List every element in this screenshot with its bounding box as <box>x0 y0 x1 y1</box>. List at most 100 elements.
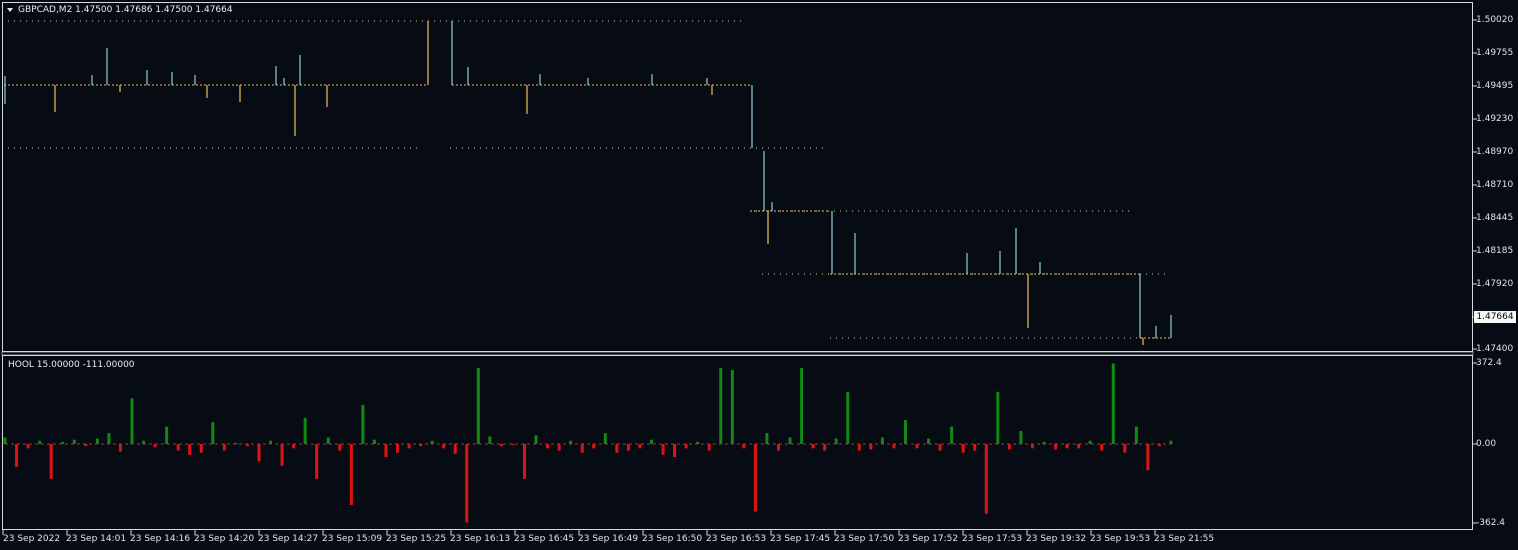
time-label: 23 Sep 17:50 <box>834 534 895 544</box>
hool-bar <box>938 444 942 451</box>
time-label: 23 Sep 16:49 <box>578 534 639 544</box>
hool-bar <box>188 444 192 455</box>
hool-bar <box>719 367 723 444</box>
indicator-pane[interactable] <box>2 355 1473 530</box>
hool-bar <box>26 444 30 449</box>
time-label: 23 Sep 17:45 <box>770 534 831 544</box>
hool-bar <box>903 420 907 444</box>
hool-bar <box>823 444 827 451</box>
time-label: 23 Sep 21:55 <box>1154 534 1215 544</box>
hool-bar <box>95 438 99 444</box>
main-chart-pane[interactable] <box>2 2 1473 352</box>
hool-bar <box>880 437 884 444</box>
hool-bar <box>846 391 850 444</box>
hool-bar <box>1030 444 1034 449</box>
hool-bar <box>372 439 376 444</box>
hool-bar <box>776 444 780 451</box>
hool-bar <box>38 440 42 444</box>
price-tick: 1.48185 <box>1476 246 1514 256</box>
hool-bar <box>869 444 873 450</box>
hool-bar <box>649 439 653 444</box>
hool-bar <box>638 444 642 449</box>
hool-bar <box>557 444 561 451</box>
hool-bar <box>523 444 527 479</box>
hool-bar <box>661 444 665 455</box>
hool-bar <box>1054 444 1058 450</box>
hool-bar <box>361 404 365 444</box>
hool-bar <box>1019 430 1023 444</box>
hool-bar <box>961 444 965 453</box>
price-tick: 1.48970 <box>1476 147 1514 157</box>
hool-bar <box>730 370 734 444</box>
hool-bar <box>892 444 896 449</box>
hool-bar <box>338 444 342 451</box>
indicator-tick: -362.4 <box>1476 518 1506 528</box>
price-tick: 1.50020 <box>1476 15 1514 25</box>
hool-bar <box>280 444 284 466</box>
time-label: 23 Sep 15:25 <box>386 534 447 544</box>
hool-bar <box>199 444 203 453</box>
time-label: 23 Sep 16:50 <box>642 534 703 544</box>
hool-bar <box>707 444 711 451</box>
hool-bar <box>753 444 757 512</box>
time-label: 23 Sep 14:16 <box>130 534 191 544</box>
hool-bar <box>1007 444 1011 450</box>
hool-bar <box>3 437 7 444</box>
hool-bar <box>673 444 677 458</box>
hool-bar <box>626 444 630 451</box>
time-label: 23 Sep 14:20 <box>194 534 255 544</box>
hool-bar <box>107 433 111 444</box>
hool-bar <box>292 444 296 449</box>
time-label: 23 Sep 16:53 <box>706 534 767 544</box>
price-tick: 1.48710 <box>1476 180 1514 190</box>
hool-bar <box>1146 444 1150 471</box>
hool-bar <box>453 444 457 454</box>
hool-bar <box>546 444 550 449</box>
price-tick: 1.49755 <box>1476 48 1514 58</box>
hool-bar <box>396 444 400 453</box>
hool-bar <box>15 444 19 467</box>
hool-bar <box>580 444 584 453</box>
pane-separator[interactable] <box>1 351 1474 356</box>
hool-bar <box>984 444 988 514</box>
hool-bar <box>857 444 861 451</box>
time-label: 23 Sep 19:53 <box>1090 534 1151 544</box>
hool-bar <box>800 367 804 444</box>
hool-bar <box>684 444 688 449</box>
hool-bar <box>465 444 469 523</box>
hool-bar <box>118 444 122 452</box>
indicator-tick: 372.4 <box>1476 358 1502 368</box>
hool-bar <box>927 438 931 444</box>
time-label: 23 Sep 2022 <box>3 534 61 544</box>
indicator-tick: 0.00 <box>1476 439 1497 449</box>
hool-bar <box>1100 444 1104 451</box>
time-label: 23 Sep 17:52 <box>898 534 959 544</box>
hool-bar <box>326 437 330 444</box>
hool-bar <box>384 444 388 458</box>
hool-bar <box>765 433 769 444</box>
hool-bar <box>211 422 215 444</box>
hool-bar <box>257 444 261 462</box>
chart-window <box>1 2 1477 535</box>
hool-bar <box>176 444 180 451</box>
current-price-label: 1.47664 <box>1474 311 1516 323</box>
indicator-title: HOOL 15.00000 -111.00000 <box>8 360 135 370</box>
hool-bar <box>1077 444 1081 449</box>
time-label: 23 Sep 16:13 <box>450 534 511 544</box>
hool-bar <box>788 437 792 444</box>
hool-bar <box>476 367 480 444</box>
price-tick: 1.49495 <box>1476 81 1514 91</box>
time-label: 23 Sep 17:53 <box>962 534 1023 544</box>
hool-bar <box>534 435 538 444</box>
time-label: 23 Sep 14:27 <box>258 534 319 544</box>
time-label: 23 Sep 14:01 <box>66 534 127 544</box>
hool-bar <box>603 433 607 444</box>
hool-bar <box>811 444 815 449</box>
hool-bar <box>1123 444 1127 453</box>
hool-bar <box>130 398 134 444</box>
price-tick: 1.47920 <box>1476 279 1514 289</box>
time-label: 23 Sep 16:45 <box>514 534 575 544</box>
hool-bar <box>49 444 53 479</box>
hool-bar <box>950 426 954 444</box>
price-tick: 1.49230 <box>1476 114 1514 124</box>
